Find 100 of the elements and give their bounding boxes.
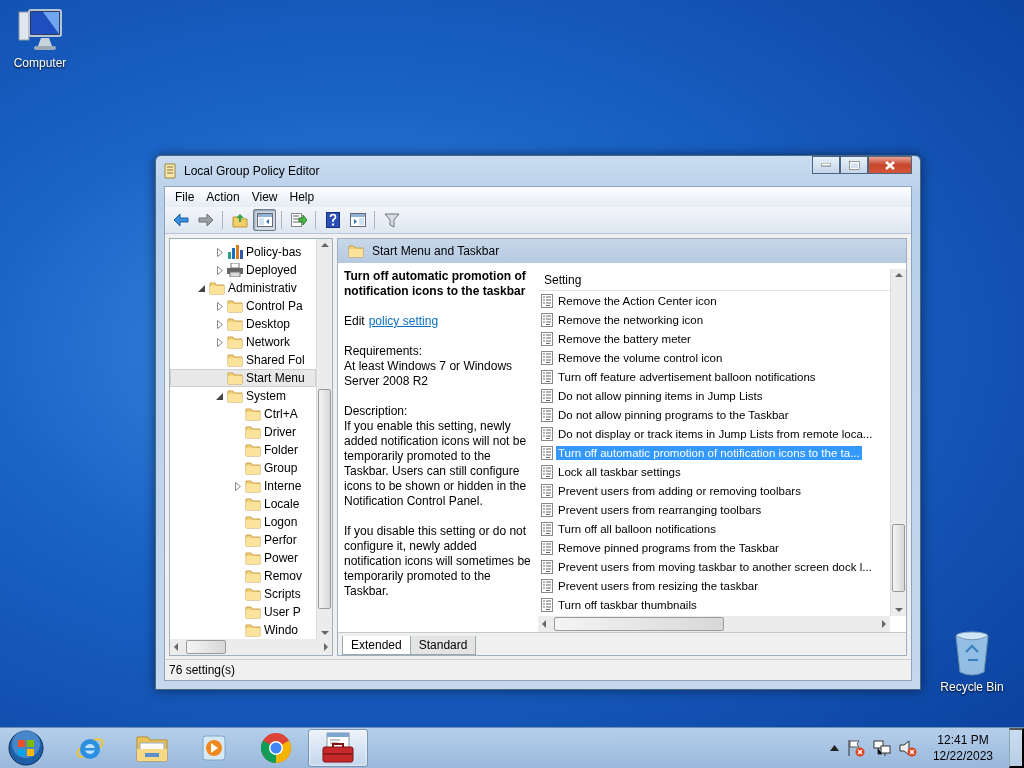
- view-tab[interactable]: Extended: [342, 636, 411, 655]
- tree-item-label: Scripts: [264, 587, 301, 601]
- setting-row[interactable]: Turn off taskbar thumbnails: [556, 597, 699, 612]
- tree-item[interactable]: Power: [170, 549, 316, 567]
- setting-row[interactable]: Turn off all balloon notifications: [556, 521, 718, 536]
- tree-item[interactable]: Network: [170, 333, 316, 351]
- tree-item-label: Remov: [264, 569, 302, 583]
- maximize-button[interactable]: [840, 156, 868, 174]
- close-icon: [884, 159, 896, 171]
- expand-arrow-icon[interactable]: [233, 481, 242, 491]
- expand-arrow-icon[interactable]: [215, 265, 224, 275]
- setting-row[interactable]: Remove the battery meter: [556, 331, 693, 346]
- tree-item[interactable]: User P: [170, 603, 316, 621]
- folder-icon: [245, 587, 261, 601]
- setting-row[interactable]: Prevent users from moving taskbar to another screen dock l...: [556, 559, 874, 574]
- tree-item[interactable]: Group: [170, 459, 316, 477]
- setting-row[interactable]: Do not allow pinning items in Jump Lists: [556, 388, 765, 403]
- tree-item-label: Deployed: [246, 263, 297, 277]
- tree-item-label: User P: [264, 605, 301, 619]
- tree-item[interactable]: Start Menu: [170, 369, 316, 387]
- filter-icon: [383, 212, 400, 228]
- tree-item[interactable]: Windo: [170, 621, 316, 639]
- close-button[interactable]: [868, 156, 912, 174]
- folder-icon: [135, 733, 169, 763]
- recycle-bin-icon[interactable]: [954, 630, 990, 676]
- horizontal-scrollbar[interactable]: [170, 639, 332, 655]
- setting-row[interactable]: Do not allow pinning programs to the Taskbar: [556, 407, 791, 422]
- setting-row[interactable]: Remove the volume control icon: [556, 350, 725, 365]
- muted-speaker-icon[interactable]: [898, 739, 917, 757]
- expand-arrow-icon[interactable]: [215, 301, 224, 311]
- vertical-scrollbar[interactable]: [890, 269, 906, 616]
- status-bar-text: 76 setting(s): [169, 663, 236, 677]
- tree-item[interactable]: Control Pa: [170, 297, 316, 315]
- clock-time[interactable]: 12:41 PM: [937, 732, 989, 748]
- menu-item[interactable]: Help: [283, 190, 321, 204]
- view-tab[interactable]: Standard: [409, 636, 477, 655]
- expand-arrow-icon[interactable]: [215, 337, 224, 347]
- network-icon[interactable]: [872, 739, 891, 757]
- tree-item[interactable]: System: [170, 387, 316, 405]
- tree-item[interactable]: Remov: [170, 567, 316, 585]
- vertical-scrollbar[interactable]: [316, 239, 332, 639]
- desktop-icon-label[interactable]: Recycle Bin: [940, 680, 1004, 694]
- tree-item[interactable]: Interne: [170, 477, 316, 495]
- expand-arrow-icon[interactable]: [215, 319, 224, 329]
- play-button-icon: [199, 733, 229, 763]
- taskbar-app-button[interactable]: [308, 729, 368, 767]
- setting-row[interactable]: Prevent users from rearranging toolbars: [556, 502, 764, 517]
- tree-item-label: Driver: [264, 425, 296, 439]
- action-center-flag-icon[interactable]: [846, 739, 865, 757]
- policy-document-icon: [541, 369, 553, 384]
- tree-item-label: Policy-bas: [246, 245, 302, 259]
- tree-item[interactable]: Folder: [170, 441, 316, 459]
- setting-row[interactable]: Prevent users from adding or removing toolbars: [556, 483, 803, 498]
- setting-row[interactable]: Turn off feature advertisement balloon notifications: [556, 369, 818, 384]
- tree-pane-icon: [256, 213, 273, 227]
- computer-icon[interactable]: [17, 8, 63, 52]
- horizontal-scrollbar[interactable]: [538, 616, 890, 632]
- tree-item[interactable]: Perfor: [170, 531, 316, 549]
- tree-item[interactable]: Driver: [170, 423, 316, 441]
- tree-item-label: System: [246, 389, 286, 403]
- folder-icon: [227, 335, 243, 349]
- setting-row[interactable]: Prevent users from resizing the taskbar: [556, 578, 761, 593]
- policy-setting-link[interactable]: policy setting: [368, 314, 439, 328]
- tree-item[interactable]: Desktop: [170, 315, 316, 333]
- menu-item[interactable]: Action: [200, 190, 246, 204]
- tree-item[interactable]: Deployed: [170, 261, 316, 279]
- tree-item[interactable]: Logon: [170, 513, 316, 531]
- folder-icon: [245, 479, 261, 493]
- tree-toggle-toolbar-button[interactable]: [253, 209, 276, 231]
- tree-item[interactable]: Shared Fol: [170, 351, 316, 369]
- policy-document-icon: [541, 521, 553, 536]
- document-icon: [164, 163, 178, 179]
- setting-row[interactable]: Remove the networking icon: [556, 312, 706, 327]
- tree-item[interactable]: Ctrl+A: [170, 405, 316, 423]
- collapse-arrow-icon[interactable]: [197, 283, 206, 293]
- show-hidden-icons-icon[interactable]: [829, 745, 839, 751]
- desktop-icon-label[interactable]: Computer: [13, 56, 67, 70]
- tree-item[interactable]: Locale: [170, 495, 316, 513]
- expand-arrow-icon[interactable]: [215, 247, 224, 257]
- setting-row[interactable]: Do not display or track items in Jump Lists from remote loca...: [556, 426, 875, 441]
- show-desktop-button[interactable]: [1009, 728, 1024, 768]
- setting-row[interactable]: Lock all taskbar settings: [556, 464, 683, 479]
- folder-icon: [245, 425, 261, 439]
- folder-icon: [227, 317, 243, 331]
- menu-item[interactable]: View: [245, 190, 284, 204]
- minimize-button[interactable]: [812, 156, 840, 174]
- menu-item[interactable]: File: [169, 190, 201, 204]
- tree-item-label: Logon: [264, 515, 298, 529]
- tree-item[interactable]: Administrativ: [170, 279, 316, 297]
- folder-icon: [245, 407, 261, 421]
- collapse-arrow-icon[interactable]: [215, 391, 224, 401]
- setting-row[interactable]: Remove the Action Center icon: [556, 293, 719, 308]
- clock-date[interactable]: 12/22/2023: [932, 748, 993, 764]
- tree-item[interactable]: Scripts: [170, 585, 316, 603]
- column-header[interactable]: Setting: [544, 272, 582, 287]
- folder-icon: [245, 569, 261, 583]
- tree-item[interactable]: Policy-bas: [170, 243, 316, 261]
- policy-document-icon: [541, 483, 553, 498]
- setting-row[interactable]: Remove pinned programs from the Taskbar: [556, 540, 781, 555]
- requirements-text: At least Windows 7 or Windows Server 2008 R2: [344, 359, 514, 389]
